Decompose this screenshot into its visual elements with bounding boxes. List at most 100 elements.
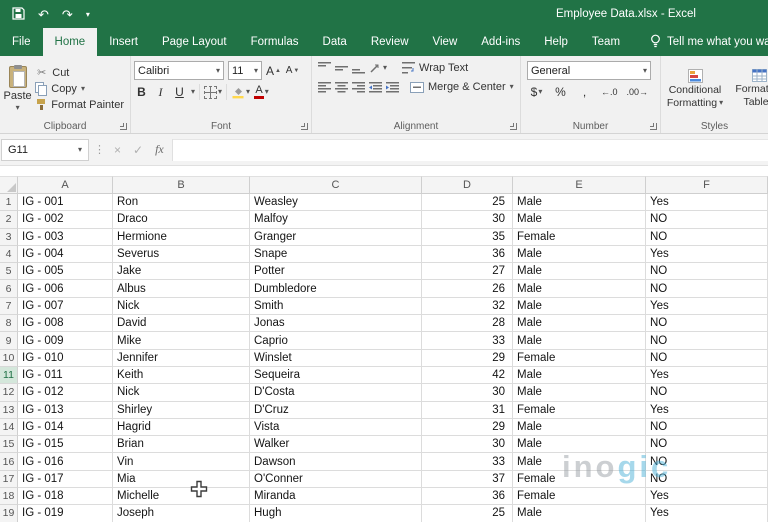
row-header-19[interactable]: 19 — [0, 505, 18, 522]
cell-C4[interactable]: Snape — [250, 245, 422, 264]
cell-A5[interactable]: IG - 005 — [18, 263, 113, 281]
cell-C1[interactable]: Weasley — [250, 194, 422, 212]
increase-font-size-button[interactable]: A ▲ — [266, 64, 281, 78]
cell-D12[interactable]: 30 — [422, 384, 513, 402]
cell-E14[interactable]: Male — [513, 418, 646, 437]
font-color-button[interactable]: A ▾ — [254, 85, 269, 99]
cell-D2[interactable]: 30 — [422, 211, 513, 229]
tab-help[interactable]: Help — [532, 28, 580, 56]
row-header-8[interactable]: 8 — [0, 315, 18, 333]
cell-D17[interactable]: 37 — [422, 470, 513, 489]
tab-data[interactable]: Data — [311, 28, 359, 56]
row-header-3[interactable]: 3 — [0, 228, 18, 246]
cell-C15[interactable]: Walker — [250, 436, 422, 454]
cell-F8[interactable]: NO — [646, 315, 768, 333]
tab-view[interactable]: View — [421, 28, 470, 56]
fill-color-button[interactable]: ▾ — [231, 85, 250, 99]
cell-C16[interactable]: Dawson — [250, 453, 422, 471]
underline-dropdown-icon[interactable]: ▾ — [191, 88, 195, 96]
cell-B2[interactable]: Draco — [113, 211, 250, 229]
cell-B9[interactable]: Mike — [113, 332, 250, 350]
cell-F19[interactable]: Yes — [646, 505, 768, 522]
cell-F4[interactable]: Yes — [646, 245, 768, 264]
cell-B4[interactable]: Severus — [113, 245, 250, 264]
underline-button[interactable]: U — [172, 85, 187, 99]
cell-F18[interactable]: Yes — [646, 488, 768, 506]
cell-D7[interactable]: 32 — [422, 297, 513, 316]
cell-A15[interactable]: IG - 015 — [18, 436, 113, 454]
qat-menu-icon[interactable]: ▾ — [86, 8, 90, 21]
row-header-15[interactable]: 15 — [0, 436, 18, 454]
cell-F6[interactable]: NO — [646, 280, 768, 298]
cell-E7[interactable]: Male — [513, 297, 646, 316]
format-as-table-button[interactable]: Format as Table▾ — [728, 59, 768, 118]
cell-A2[interactable]: IG - 002 — [18, 211, 113, 229]
cell-C5[interactable]: Potter — [250, 263, 422, 281]
row-header-11[interactable]: 11 — [0, 366, 18, 385]
align-left-icon[interactable] — [318, 81, 331, 93]
column-header-C[interactable]: C — [250, 176, 422, 194]
cut-button[interactable]: ✂ Cut — [32, 65, 127, 80]
borders-button[interactable]: ▾ — [204, 85, 222, 99]
cell-E15[interactable]: Male — [513, 436, 646, 454]
row-header-5[interactable]: 5 — [0, 263, 18, 281]
cell-C3[interactable]: Granger — [250, 228, 422, 246]
column-header-B[interactable]: B — [113, 176, 250, 194]
cell-C9[interactable]: Caprio — [250, 332, 422, 350]
cell-D10[interactable]: 29 — [422, 349, 513, 367]
percent-style-button[interactable]: % — [553, 85, 568, 99]
cell-D3[interactable]: 35 — [422, 228, 513, 246]
row-header-6[interactable]: 6 — [0, 280, 18, 298]
cell-B12[interactable]: Nick — [113, 384, 250, 402]
bold-button[interactable]: B — [134, 85, 149, 99]
cell-A17[interactable]: IG - 017 — [18, 470, 113, 489]
cell-F15[interactable]: NO — [646, 436, 768, 454]
align-right-icon[interactable] — [352, 81, 365, 93]
cell-A19[interactable]: IG - 019 — [18, 505, 113, 522]
align-middle-icon[interactable] — [335, 62, 348, 74]
formula-bar-handle[interactable]: ⋮ — [89, 143, 110, 156]
cell-A8[interactable]: IG - 008 — [18, 315, 113, 333]
cell-A13[interactable]: IG - 013 — [18, 401, 113, 419]
cell-E12[interactable]: Male — [513, 384, 646, 402]
cell-F13[interactable]: Yes — [646, 401, 768, 419]
cell-F7[interactable]: Yes — [646, 297, 768, 316]
cell-B8[interactable]: David — [113, 315, 250, 333]
cell-A3[interactable]: IG - 003 — [18, 228, 113, 246]
cell-E16[interactable]: Male — [513, 453, 646, 471]
column-header-F[interactable]: F — [646, 176, 768, 194]
paste-button[interactable]: Paste ▾ — [3, 59, 32, 118]
undo-icon[interactable]: ↶ — [38, 8, 49, 21]
cell-A1[interactable]: IG - 001 — [18, 194, 113, 212]
clipboard-dialog-launcher-icon[interactable] — [120, 123, 127, 130]
cell-D18[interactable]: 36 — [422, 488, 513, 506]
cell-B17[interactable]: Mia — [113, 470, 250, 489]
cell-C11[interactable]: Sequeira — [250, 366, 422, 385]
cell-E11[interactable]: Male — [513, 366, 646, 385]
orientation-button[interactable]: ▾ — [369, 62, 387, 74]
cell-B6[interactable]: Albus — [113, 280, 250, 298]
cell-C14[interactable]: Vista — [250, 418, 422, 437]
cell-F9[interactable]: NO — [646, 332, 768, 350]
cell-C13[interactable]: D'Cruz — [250, 401, 422, 419]
cell-D19[interactable]: 25 — [422, 505, 513, 522]
accounting-format-button[interactable]: $ ▾ — [529, 85, 544, 99]
cell-F12[interactable]: NO — [646, 384, 768, 402]
row-header-16[interactable]: 16 — [0, 453, 18, 471]
cell-B13[interactable]: Shirley — [113, 401, 250, 419]
cell-A18[interactable]: IG - 018 — [18, 488, 113, 506]
row-header-14[interactable]: 14 — [0, 418, 18, 437]
cell-B18[interactable]: Michelle — [113, 488, 250, 506]
cell-E8[interactable]: Male — [513, 315, 646, 333]
cell-A9[interactable]: IG - 009 — [18, 332, 113, 350]
cell-B5[interactable]: Jake — [113, 263, 250, 281]
cell-F3[interactable]: NO — [646, 228, 768, 246]
paste-dropdown-icon[interactable]: ▾ — [16, 103, 20, 112]
font-family-select[interactable]: Calibri ▾ — [134, 61, 224, 80]
save-icon[interactable] — [12, 6, 25, 22]
cell-D6[interactable]: 26 — [422, 280, 513, 298]
decrease-indent-icon[interactable] — [369, 81, 382, 93]
align-center-icon[interactable] — [335, 81, 348, 93]
increase-indent-icon[interactable] — [386, 81, 399, 93]
cell-E10[interactable]: Female — [513, 349, 646, 367]
